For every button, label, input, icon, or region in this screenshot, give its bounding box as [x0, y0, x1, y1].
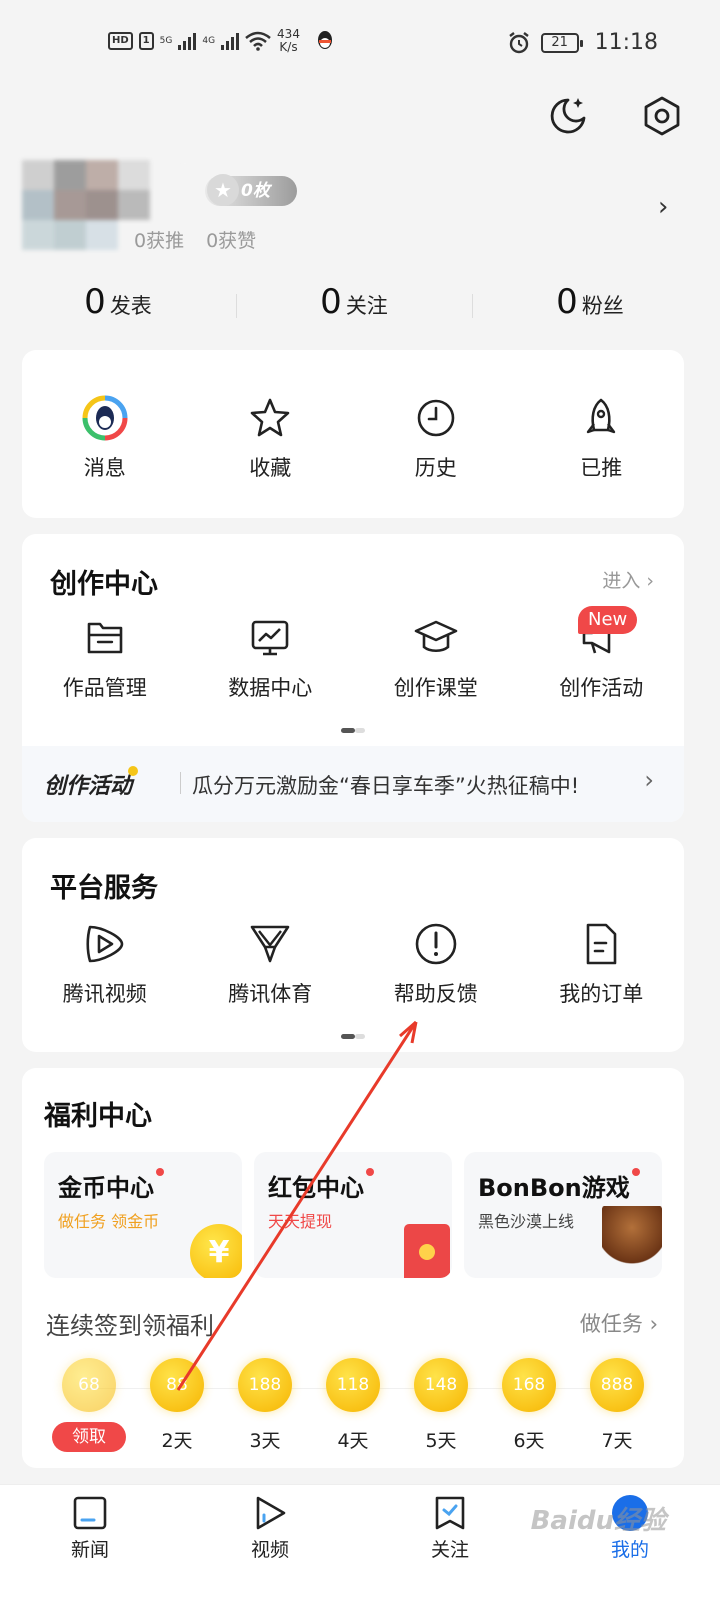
day-coin: 68 [62, 1358, 116, 1412]
alarm-icon [508, 31, 529, 53]
quick-recommended[interactable]: 已推 [519, 394, 685, 482]
day-coin: 88 [150, 1358, 204, 1412]
service-help-feedback[interactable]: 帮助反馈 [353, 920, 519, 1008]
claim-button[interactable]: 领取 [52, 1422, 126, 1452]
document-icon [577, 920, 625, 968]
red-envelope-icon [404, 1224, 450, 1278]
signal-icon-2 [221, 32, 240, 50]
medal-star-icon: ★ [207, 174, 239, 206]
service-tencent-sports[interactable]: 腾讯体育 [188, 920, 354, 1008]
tab-news[interactable]: 新闻 [0, 1485, 180, 1600]
status-right: 21 11:18 [507, 30, 658, 55]
day-label: 6天 [513, 1430, 545, 1452]
day-coin: 148 [414, 1358, 468, 1412]
do-task-link[interactable]: 做任务 › [580, 1308, 658, 1338]
day-coin: 188 [238, 1358, 292, 1412]
creation-activity-banner[interactable]: 创作活动 瓜分万元激励金“春日享车季”火热征稿中! › [22, 746, 684, 822]
creation-center-title: 创作中心 [50, 569, 158, 600]
carousel-indicator [341, 728, 365, 733]
rocket-icon [577, 394, 625, 442]
alert-icon [412, 920, 460, 968]
banner-tag: 创作活动 [44, 766, 139, 800]
chart-icon [246, 614, 294, 662]
day-label: 2天 [161, 1430, 193, 1452]
hd-indicator: HD [108, 32, 133, 50]
creation-class[interactable]: 创作课堂 [353, 614, 519, 702]
recommend-count: 0获推 [134, 230, 185, 252]
network-5g-label: 5G [159, 35, 173, 46]
stat-fans[interactable]: 0 粉丝 [472, 282, 708, 332]
medal-count: 0枚 [241, 181, 270, 201]
day-coin: 118 [326, 1358, 380, 1412]
stat-posts[interactable]: 0 发表 [0, 282, 236, 332]
quick-history[interactable]: 历史 [353, 394, 519, 482]
profile-counters: 0获推 0获赞 [134, 226, 256, 253]
signin-days: 68 领取 88 2天 188 3天 118 4天 148 5天 168 6天 … [22, 1358, 684, 1452]
day-label: 5天 [425, 1430, 457, 1452]
stats-row: 0 发表 0 关注 0 粉丝 [0, 282, 708, 332]
follow-icon [435, 1496, 465, 1530]
qq-penguin-icon [317, 31, 332, 49]
bonbon-game-tile[interactable]: BonBon游戏 黑色沙漠上线 [464, 1152, 662, 1278]
wifi-icon [245, 31, 271, 51]
battery-indicator: 21 [540, 32, 583, 53]
banner-text: 瓜分万元激励金“春日享车季”火热征稿中! [192, 774, 580, 798]
coin-center-tile[interactable]: 金币中心 做任务 领金币 ¥ [44, 1152, 242, 1278]
game-character-icon [602, 1206, 662, 1278]
news-icon [73, 1496, 107, 1530]
status-left: HD 1 5G 4G 434 K/s [108, 28, 334, 54]
like-count: 0获赞 [206, 230, 257, 252]
day-label: 7天 [601, 1430, 633, 1452]
clock-icon [412, 394, 460, 442]
new-badge: New [578, 606, 638, 634]
settings-icon[interactable] [640, 94, 684, 138]
welfare-center-title: 福利中心 [44, 1101, 152, 1132]
red-packet-tile[interactable]: 红包中心 天天提现 [254, 1152, 452, 1278]
status-bar: HD 1 5G 4G 434 K/s 21 11:18 [0, 0, 720, 90]
day-coin: 888 [590, 1358, 644, 1412]
signin-title: 连续签到领福利 [46, 1312, 214, 1340]
day-label: 4天 [337, 1430, 369, 1452]
play-icon [81, 920, 129, 968]
trophy-icon [246, 920, 294, 968]
graduation-cap-icon [412, 614, 460, 662]
sim-indicator: 1 [138, 32, 154, 50]
video-icon [256, 1496, 286, 1530]
star-icon [246, 394, 294, 442]
stat-following[interactable]: 0 关注 [236, 282, 472, 332]
platform-services-card: 平台服务 腾讯视频 腾讯体育 帮助反馈 我的订单 [22, 838, 684, 1052]
coin-yuan-icon: ¥ [190, 1224, 242, 1278]
net-speed: 434 K/s [277, 27, 300, 54]
creation-data[interactable]: 数据中心 [188, 614, 354, 702]
tab-video[interactable]: 视频 [180, 1485, 360, 1600]
quick-actions-card: 消息 收藏 历史 已推 [22, 350, 684, 518]
creation-enter-link[interactable]: 进入 › [602, 566, 654, 593]
service-my-orders[interactable]: 我的订单 [519, 920, 685, 1008]
network-4g-label: 4G [202, 35, 216, 46]
night-mode-icon[interactable] [546, 94, 590, 138]
quick-message[interactable]: 消息 [22, 394, 188, 482]
day-coin: 168 [502, 1358, 556, 1412]
tab-follow[interactable]: 关注 [360, 1485, 540, 1600]
service-tencent-video[interactable]: 腾讯视频 [22, 920, 188, 1008]
creation-works[interactable]: 作品管理 [22, 614, 188, 702]
profile-chevron-icon[interactable]: › [658, 192, 668, 222]
medal-badge[interactable]: ★ 0枚 [205, 174, 297, 206]
folder-icon [81, 614, 129, 662]
message-icon [81, 394, 129, 442]
welfare-center-card: 福利中心 金币中心 做任务 领金币 ¥ 红包中心 天天提现 BonBon游戏 黑… [22, 1068, 684, 1468]
day-label: 3天 [249, 1430, 281, 1452]
carousel-indicator-2 [341, 1034, 365, 1039]
banner-chevron-icon: › [644, 766, 654, 794]
signal-icon [178, 32, 197, 50]
baidu-watermark: Baidu经验 [530, 1506, 666, 1536]
platform-services-title: 平台服务 [50, 873, 158, 904]
quick-favorites[interactable]: 收藏 [188, 394, 354, 482]
clock: 11:18 [594, 30, 658, 55]
